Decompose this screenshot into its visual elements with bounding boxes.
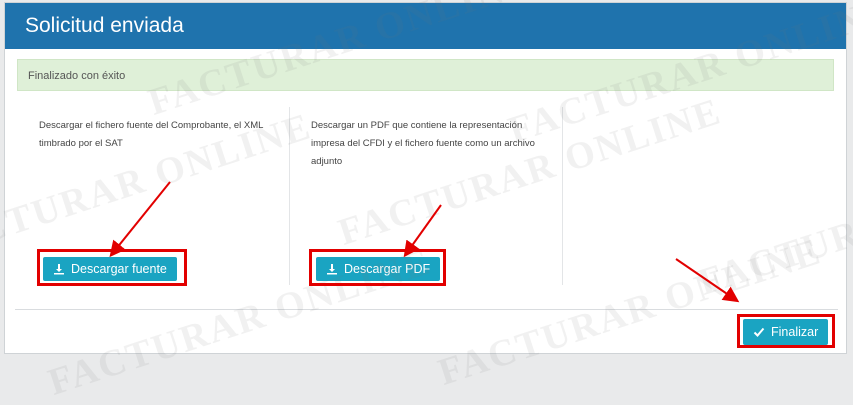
success-alert: Finalizado con éxito <box>17 59 834 91</box>
highlight-box-source <box>37 249 187 286</box>
footer-divider <box>15 309 838 310</box>
dialog-header: Solicitud enviada <box>5 3 846 49</box>
column-divider <box>562 107 563 285</box>
highlight-box-finish <box>737 314 835 348</box>
source-download-description: Descargar el fichero fuente del Comproba… <box>39 120 264 149</box>
column-divider <box>289 107 290 285</box>
success-dialog: Solicitud enviada Finalizado con éxito D… <box>4 2 847 354</box>
success-alert-text: Finalizado con éxito <box>28 70 126 82</box>
dialog-title: Solicitud enviada <box>25 14 184 37</box>
pdf-download-description: Descargar un PDF que contiene la represe… <box>311 120 535 167</box>
highlight-box-pdf <box>309 249 446 286</box>
